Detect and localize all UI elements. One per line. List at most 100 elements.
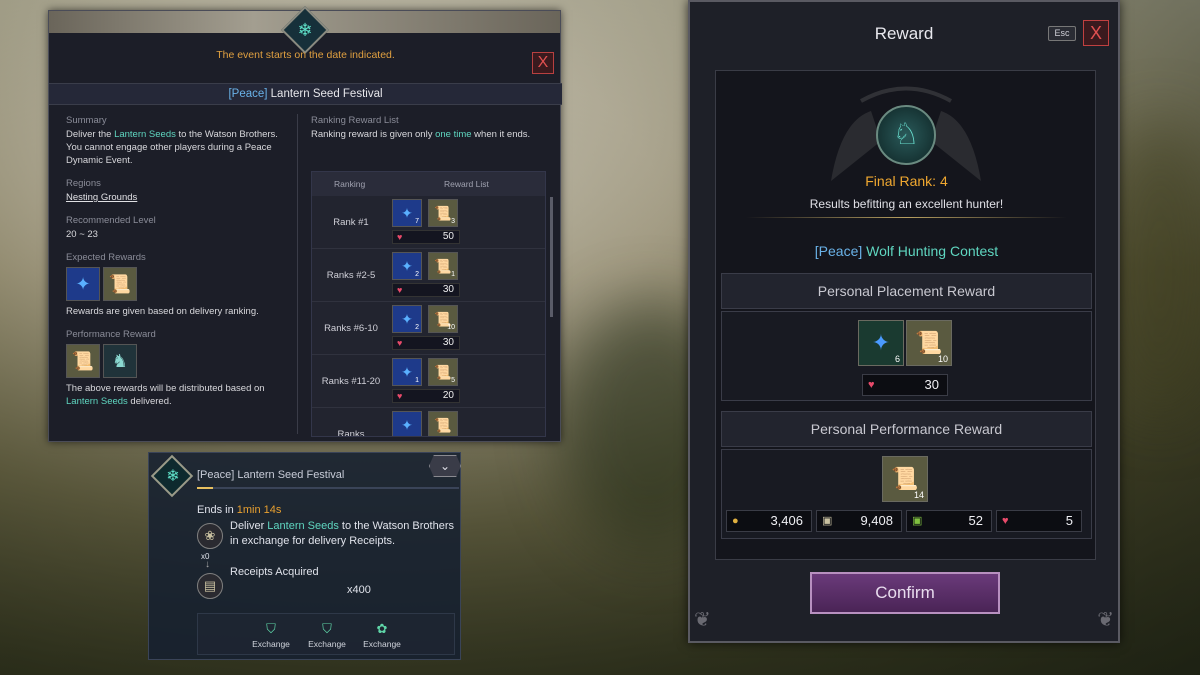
- wolf-armor-icon[interactable]: ♞: [103, 344, 137, 378]
- heart-icon: ♥: [397, 285, 403, 295]
- event-details: Summary Deliver the Lantern Seeds to the…: [66, 114, 286, 418]
- ranking-label: Ranking Reward List: [311, 115, 399, 126]
- blue-crystal-icon[interactable]: ✦: [392, 411, 422, 436]
- scroll-icon[interactable]: 📜 5: [428, 358, 458, 386]
- esc-key-hint: Esc: [1048, 26, 1076, 41]
- hearts-reward: ♥ 30: [392, 336, 460, 350]
- ranking-note: Ranking reward is given only one time wh…: [311, 129, 531, 140]
- quest-tracker[interactable]: ❄ [Peace] Lantern Seed Festival ⌄ Ends i…: [148, 452, 461, 660]
- rank-label: Ranks #2-5: [326, 270, 376, 281]
- exchange-button-1[interactable]: ⛉ Exchange: [246, 621, 296, 649]
- exchange-icon: ⛉: [322, 621, 332, 636]
- coin-icon: ●: [732, 515, 739, 527]
- ranking-table[interactable]: Ranking Reward List Rank #1 ✦ 7 📜 3 ♥ 50 Ranks …: [311, 171, 546, 437]
- blue-crystal-icon[interactable]: ✦ 2: [392, 252, 422, 280]
- table-row: Ranks #6-10 ✦ 2 📜 10 ♥ 30: [312, 302, 545, 355]
- quest-progress-bar: [197, 487, 459, 489]
- blue-crystal-icon[interactable]: ✦ 2: [392, 305, 422, 333]
- lantern-seed-icon: ❀: [197, 523, 223, 549]
- hearts-reward: ♥ 50: [392, 230, 460, 244]
- quest-timer: Ends in 1min 14s: [197, 504, 282, 516]
- silver-currency: ▣ 9,408: [816, 510, 902, 532]
- scroll-icon[interactable]: 📜: [103, 267, 137, 301]
- close-button[interactable]: X: [1083, 20, 1109, 46]
- exchange-icon: ✿: [376, 621, 388, 636]
- scroll-icon[interactable]: 📜 1: [428, 252, 458, 280]
- table-row: Ranks✦📜♥: [312, 408, 545, 437]
- blue-crystal-icon[interactable]: ✦: [66, 267, 100, 301]
- ticket-icon: ▣: [822, 515, 833, 527]
- event-name: Lantern Seed Festival: [270, 88, 383, 100]
- blue-crystal-icon[interactable]: ✦ 7: [392, 199, 422, 227]
- table-row: Ranks #11-20 ✦ 1 📜 5 ♥ 20: [312, 355, 545, 408]
- header-ranking: Ranking: [334, 179, 366, 189]
- confirm-button[interactable]: Confirm: [810, 572, 1000, 614]
- reward-content: ♘ Final Rank: 4 Results befitting an exc…: [715, 70, 1096, 560]
- receipts-label: Receipts Acquired: [230, 566, 319, 578]
- green-currency: ▣ 52: [906, 510, 992, 532]
- divider-line: [746, 217, 1067, 218]
- rank-description: Results befitting an excellent hunter!: [809, 197, 1004, 211]
- level-label: Recommended Level: [66, 215, 156, 226]
- exchange-button-2[interactable]: ⛉ Exchange: [302, 621, 352, 649]
- token-icon: ▣: [912, 515, 923, 527]
- quest-title: [Peace] Lantern Seed Festival: [197, 469, 345, 481]
- table-header: Ranking Reward List: [312, 172, 545, 196]
- summary-text-2: You cannot engage other players during a…: [66, 142, 272, 166]
- scroll-icon[interactable]: 📜 3: [428, 199, 458, 227]
- snowflake-icon: ❄: [297, 20, 313, 40]
- event-name: [Peace] Wolf Hunting Contest: [814, 243, 999, 259]
- event-info-panel: ❄ The event starts on the date indicated…: [48, 5, 562, 442]
- snowflake-icon: ❄: [166, 468, 180, 485]
- heart-icon: ♥: [397, 232, 403, 242]
- scroll-icon[interactable]: 📜 14: [882, 456, 928, 502]
- ranking-info: Ranking Reward List Ranking reward is gi…: [311, 114, 551, 141]
- placement-reward-body: ✦ 6 📜 10 ♥ 30: [721, 311, 1092, 401]
- header-rewards: Reward List: [444, 179, 489, 189]
- region-link[interactable]: Nesting Grounds: [66, 191, 286, 204]
- level-value: 20 ~ 23: [66, 229, 98, 240]
- summary-text: Deliver the Lantern Seeds to the Watson …: [66, 129, 278, 140]
- quest-progress-fill: [197, 487, 213, 489]
- performance-reward-body: 📜 14 ● 3,406 ▣ 9,408 ▣ 52 ♥ 5: [721, 449, 1092, 539]
- expected-rewards-note: Rewards are given based on delivery rank…: [66, 306, 259, 317]
- exchange-button-3[interactable]: ✿ Exchange: [357, 621, 407, 649]
- performance-note: The above rewards will be distributed ba…: [66, 383, 265, 407]
- blue-crystal-icon[interactable]: ✦ 6: [858, 320, 904, 366]
- blue-crystal-icon[interactable]: ✦ 1: [392, 358, 422, 386]
- reward-panel: Reward Esc X ♘ Final Rank: 4 Results bef…: [688, 0, 1120, 643]
- quest-toggle-icon[interactable]: ⌄: [429, 455, 461, 477]
- rank-label: Ranks #11-20: [321, 376, 381, 387]
- table-scrollbar[interactable]: [550, 197, 553, 317]
- scroll-icon[interactable]: 📜: [66, 344, 100, 378]
- hearts-reward: ♥ 30: [862, 374, 948, 396]
- final-rank: Final Rank: 4: [865, 173, 948, 189]
- hearts-reward: ♥ 30: [392, 283, 460, 297]
- rank-label: Ranks #6-10: [324, 323, 378, 334]
- receipts-count: x400: [347, 584, 371, 596]
- heart-icon: ♥: [1002, 515, 1009, 527]
- rank-label: Rank #1: [333, 217, 369, 228]
- scroll-icon[interactable]: 📜 10: [906, 320, 952, 366]
- close-button[interactable]: X: [532, 52, 554, 74]
- performance-reward-header: Personal Performance Reward: [721, 411, 1092, 447]
- regions-label: Regions: [66, 178, 101, 189]
- receipt-icon: ▤: [197, 573, 223, 599]
- event-tag: [Peace]: [228, 88, 268, 100]
- performance-reward-label: Performance Reward: [66, 329, 156, 340]
- scroll-icon[interactable]: 📜 10: [428, 305, 458, 333]
- divider: [297, 114, 298, 434]
- gold-currency: ● 3,406: [726, 510, 812, 532]
- arrow-down-icon: ↓: [205, 559, 210, 570]
- event-title: [Peace] Lantern Seed Festival: [49, 83, 562, 105]
- wolf-emblem-icon: ♘: [876, 105, 936, 165]
- expected-rewards-label: Expected Rewards: [66, 252, 146, 263]
- heart-icon: ♥: [868, 379, 875, 391]
- heart-icon: ♥: [397, 338, 403, 348]
- scroll-icon[interactable]: 📜: [428, 411, 458, 436]
- rank-label: Ranks: [337, 429, 365, 437]
- table-row: Ranks #2-5 ✦ 2 📜 1 ♥ 30: [312, 249, 545, 302]
- corner-ornament-icon: ❦: [694, 609, 711, 631]
- summary-label: Summary: [66, 115, 107, 126]
- exchange-icon: ⛉: [266, 621, 276, 636]
